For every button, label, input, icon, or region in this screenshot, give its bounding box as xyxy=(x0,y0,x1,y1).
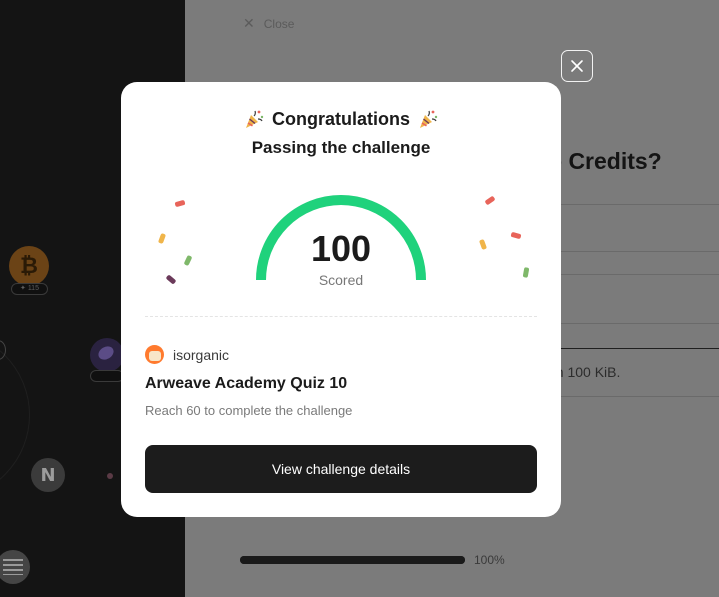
score-value: 100 xyxy=(310,228,372,269)
background-progress-fill xyxy=(240,556,465,564)
background-progress-bar xyxy=(240,556,465,564)
token-icon[interactable] xyxy=(90,338,124,372)
decorative-dot xyxy=(107,473,113,479)
background-progress-label: 100% xyxy=(474,553,505,567)
view-challenge-details-button[interactable]: View challenge details xyxy=(145,445,537,493)
bitcoin-badge: ✦ 115 xyxy=(11,283,48,295)
author-row[interactable]: isorganic xyxy=(145,345,229,364)
divider xyxy=(561,323,719,324)
author-name: isorganic xyxy=(173,346,230,363)
close-icon: ✕ xyxy=(243,15,255,31)
background-close-link[interactable]: ✕ Close xyxy=(243,15,294,32)
bitcoin-badge-count: 115 xyxy=(27,285,39,292)
quiz-description: Reach 60 to complete the challenge xyxy=(145,403,353,418)
modal-title: Congratulations xyxy=(272,108,410,129)
background-heading: o Credits? xyxy=(548,148,662,174)
divider xyxy=(561,204,719,205)
stacks-icon[interactable] xyxy=(0,550,30,584)
bitcoin-icon[interactable]: ₿ xyxy=(9,246,49,286)
confetti-piece xyxy=(174,199,186,208)
modal-subtitle: Passing the challenge xyxy=(251,138,431,157)
modal-title-row: Congratulations xyxy=(121,108,561,130)
confetti-piece xyxy=(484,195,496,206)
divider xyxy=(561,396,719,397)
score-caption: Scored xyxy=(318,272,364,288)
close-icon xyxy=(571,60,583,72)
divider xyxy=(561,251,719,252)
background-close-label: Close xyxy=(263,16,295,31)
party-popper-icon xyxy=(246,110,264,128)
congratulations-modal: Congratulations Passing the challenge 10… xyxy=(121,82,561,517)
quiz-title: Arweave Academy Quiz 10 xyxy=(145,375,348,392)
modal-close-button[interactable] xyxy=(561,50,593,82)
divider xyxy=(561,274,719,275)
modal-divider xyxy=(145,316,537,317)
near-icon[interactable]: Ν xyxy=(31,458,65,492)
avatar xyxy=(145,345,164,364)
divider xyxy=(561,348,719,349)
token-badge xyxy=(90,370,124,382)
party-popper-icon xyxy=(420,110,438,128)
